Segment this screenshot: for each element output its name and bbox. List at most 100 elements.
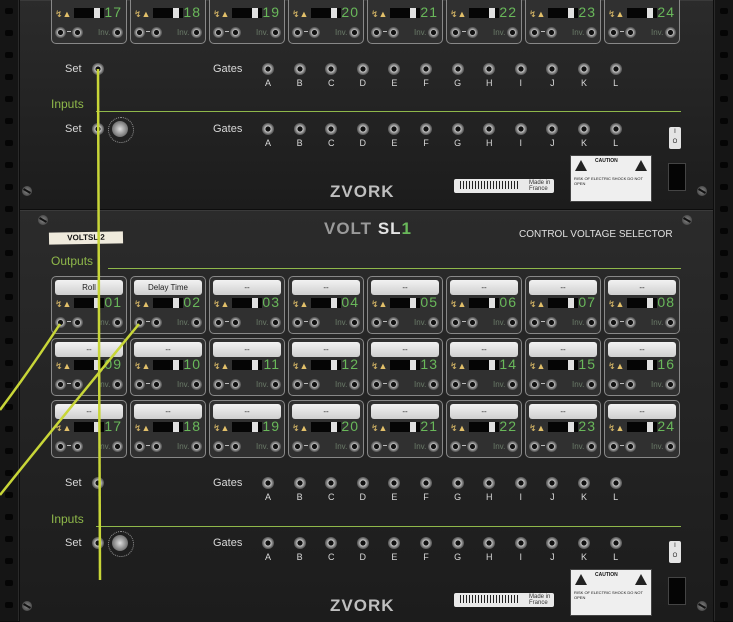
channel-output-jack[interactable] [507,27,518,38]
gate-jack[interactable] [262,537,274,549]
gate-jack[interactable] [578,537,590,549]
gate-jack[interactable] [356,63,369,75]
channel-mid-jack[interactable] [151,379,162,390]
channel-mid-jack[interactable] [72,27,83,38]
channel-input-jack[interactable] [371,379,382,390]
channel-output-jack[interactable] [112,379,123,390]
channel-output-jack[interactable] [428,27,439,38]
gate-jack[interactable] [293,477,306,489]
channel-output-jack[interactable] [586,317,597,328]
channel-label[interactable]: -- [529,280,597,295]
gate-jack[interactable] [451,63,464,75]
channel-label[interactable]: -- [134,404,202,419]
channel-label[interactable]: -- [608,404,676,419]
channel-input-jack[interactable] [371,441,382,452]
channel-mid-jack[interactable] [309,379,320,390]
channel-output-jack[interactable] [112,441,123,452]
channel-label[interactable]: -- [450,280,518,295]
upper-inputs-set-jack[interactable] [92,123,104,135]
channel-input-jack[interactable] [292,441,303,452]
channel-output-jack[interactable] [112,27,123,38]
gate-jack[interactable] [514,123,527,135]
channel-mid-jack[interactable] [625,317,636,328]
channel-label[interactable]: -- [529,342,597,357]
channel-label[interactable]: -- [55,342,123,357]
gate-jack[interactable] [514,63,527,75]
channel-input-jack[interactable] [292,379,303,390]
channel-output-jack[interactable] [349,27,360,38]
channel-output-jack[interactable] [428,379,439,390]
channel-mid-jack[interactable] [309,441,320,452]
gate-jack[interactable] [262,477,274,489]
channel-input-jack[interactable] [450,441,461,452]
channel-output-jack[interactable] [270,27,281,38]
channel-mid-jack[interactable] [388,441,399,452]
channel-output-jack[interactable] [270,379,281,390]
channel-label[interactable]: -- [213,404,281,419]
gate-jack[interactable] [514,477,527,489]
channel-output-jack[interactable] [428,441,439,452]
channel-output-jack[interactable] [586,441,597,452]
channel-input-jack[interactable] [292,27,303,38]
channel-input-jack[interactable] [213,27,224,38]
channel-output-jack[interactable] [428,317,439,328]
channel-input-jack[interactable] [55,379,66,390]
channel-input-jack[interactable] [55,27,66,38]
channel-input-jack[interactable] [134,27,145,38]
channel-label[interactable]: -- [450,404,518,419]
gate-jack[interactable] [420,123,432,135]
gate-jack[interactable] [609,123,622,135]
channel-output-jack[interactable] [349,379,360,390]
channel-output-jack[interactable] [270,317,281,328]
gate-jack[interactable] [578,123,590,135]
gate-jack[interactable] [609,537,622,549]
channel-output-jack[interactable] [586,27,597,38]
channel-mid-jack[interactable] [388,27,399,38]
channel-output-jack[interactable] [507,317,518,328]
gate-jack[interactable] [420,477,432,489]
channel-mid-jack[interactable] [72,379,83,390]
channel-mid-jack[interactable] [230,441,241,452]
channel-mid-jack[interactable] [72,441,83,452]
channel-output-jack[interactable] [665,441,676,452]
channel-output-jack[interactable] [665,379,676,390]
channel-label[interactable]: Roll [55,280,123,295]
channel-mid-jack[interactable] [151,441,162,452]
gate-jack[interactable] [420,63,432,75]
channel-input-jack[interactable] [371,317,382,328]
gate-jack[interactable] [356,477,369,489]
channel-label[interactable]: -- [450,342,518,357]
channel-input-jack[interactable] [292,317,303,328]
channel-input-jack[interactable] [55,441,66,452]
channel-label[interactable]: -- [292,404,360,419]
channel-input-jack[interactable] [450,317,461,328]
channel-output-jack[interactable] [665,317,676,328]
channel-output-jack[interactable] [191,27,202,38]
channel-mid-jack[interactable] [625,379,636,390]
channel-mid-jack[interactable] [309,317,320,328]
channel-mid-jack[interactable] [230,317,241,328]
gate-jack[interactable] [293,123,306,135]
channel-input-jack[interactable] [213,379,224,390]
upper-set-jack[interactable] [92,63,104,75]
channel-label[interactable]: -- [529,404,597,419]
channel-mid-jack[interactable] [72,317,83,328]
channel-label[interactable]: -- [292,280,360,295]
channel-input-jack[interactable] [213,441,224,452]
channel-input-jack[interactable] [529,441,540,452]
channel-input-jack[interactable] [134,441,145,452]
upper-power-toggle[interactable]: IO [669,127,681,149]
channel-label[interactable]: -- [213,342,281,357]
gate-jack[interactable] [293,537,306,549]
channel-label[interactable]: -- [371,404,439,419]
channel-output-jack[interactable] [112,317,123,328]
channel-mid-jack[interactable] [625,27,636,38]
channel-mid-jack[interactable] [467,27,478,38]
gate-jack[interactable] [578,63,590,75]
gate-jack[interactable] [356,123,369,135]
lower-power-toggle[interactable]: IO [669,541,681,563]
upper-set-knob[interactable] [108,117,134,143]
channel-mid-jack[interactable] [151,27,162,38]
channel-mid-jack[interactable] [625,441,636,452]
channel-input-jack[interactable] [529,27,540,38]
